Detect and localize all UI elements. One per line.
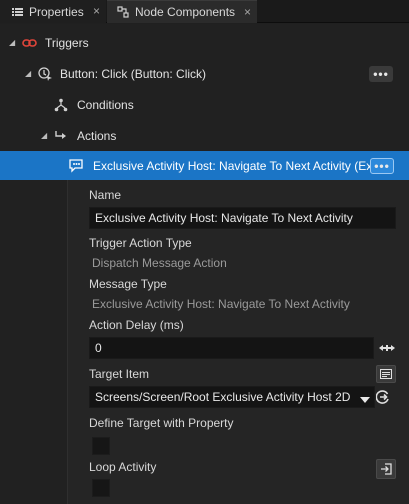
name-label: Name xyxy=(89,188,122,202)
trigger-action-type-value: Dispatch Message Action xyxy=(92,256,227,270)
tab-node-components-close-icon[interactable]: × xyxy=(244,5,251,19)
node-components-icon xyxy=(116,6,130,18)
list-icon xyxy=(10,7,24,17)
tree-label-selected-action: Exclusive Activity Host: Navigate To Nex… xyxy=(93,158,371,173)
message-action-icon xyxy=(69,158,85,174)
node-components-panel: ◢ Triggers ◢ Button: Click (Button: Clic… xyxy=(0,24,409,504)
selected-action-menu-button[interactable]: ••• xyxy=(370,157,394,174)
tree-row-conditions[interactable]: Conditions xyxy=(0,89,409,120)
message-type-value: Exclusive Activity Host: Navigate To Nex… xyxy=(92,297,350,311)
tree-row-triggers[interactable]: ◢ Triggers xyxy=(0,27,409,58)
collapse-arrow-icon[interactable]: ◢ xyxy=(25,69,31,78)
tree-row-actions[interactable]: ◢ Actions xyxy=(0,120,409,151)
loop-activity-label: Loop Activity xyxy=(89,460,157,474)
go-to-target-icon[interactable] xyxy=(375,389,391,405)
collapse-arrow-icon[interactable]: ◢ xyxy=(9,38,15,47)
loop-activity-checkbox[interactable] xyxy=(92,479,110,497)
tab-node-components[interactable]: Node Components × xyxy=(107,0,257,23)
trigger-action-type-label: Trigger Action Type xyxy=(89,236,192,250)
target-item-value: Screens/Screen/Root Exclusive Activity H… xyxy=(95,390,351,404)
tab-properties[interactable]: Properties × xyxy=(0,0,106,23)
tree-row-selected-action[interactable]: Exclusive Activity Host: Navigate To Nex… xyxy=(0,151,409,180)
define-target-checkbox[interactable] xyxy=(92,437,110,455)
target-item-label: Target Item xyxy=(89,367,150,381)
trigger-icon xyxy=(22,35,38,51)
target-item-picker-button[interactable] xyxy=(376,365,396,383)
action-properties: Name Exclusive Activity Host: Navigate T… xyxy=(67,180,409,504)
tree-label-triggers: Triggers xyxy=(45,35,89,50)
tab-bar: Properties × Node Components × xyxy=(0,0,409,23)
name-field[interactable]: Exclusive Activity Host: Navigate To Nex… xyxy=(89,207,396,229)
action-delay-label: Action Delay (ms) xyxy=(89,318,184,332)
message-type-label: Message Type xyxy=(89,277,167,291)
tree-label-conditions: Conditions xyxy=(77,97,134,112)
action-delay-field[interactable]: 0 xyxy=(89,337,374,359)
target-item-select[interactable]: Screens/Screen/Root Exclusive Activity H… xyxy=(89,386,375,408)
tab-node-components-label: Node Components xyxy=(135,5,236,19)
tree-row-button-click[interactable]: ◢ Button: Click (Button: Click) ••• xyxy=(0,58,409,89)
tree-label-actions: Actions xyxy=(77,128,117,143)
button-click-icon xyxy=(37,66,53,82)
conditions-icon xyxy=(53,97,69,113)
tab-properties-close-icon[interactable]: × xyxy=(93,4,100,18)
drag-value-icon[interactable] xyxy=(378,341,396,355)
actions-icon xyxy=(53,128,69,144)
button-click-menu-button[interactable]: ••• xyxy=(369,65,393,82)
collapse-arrow-icon[interactable]: ◢ xyxy=(41,131,47,140)
tab-properties-label: Properties xyxy=(29,4,84,19)
define-target-label: Define Target with Property xyxy=(89,416,234,430)
chevron-down-icon xyxy=(360,393,370,407)
tree-label-button-click: Button: Click (Button: Click) xyxy=(60,66,207,81)
bind-property-button[interactable] xyxy=(376,459,396,479)
